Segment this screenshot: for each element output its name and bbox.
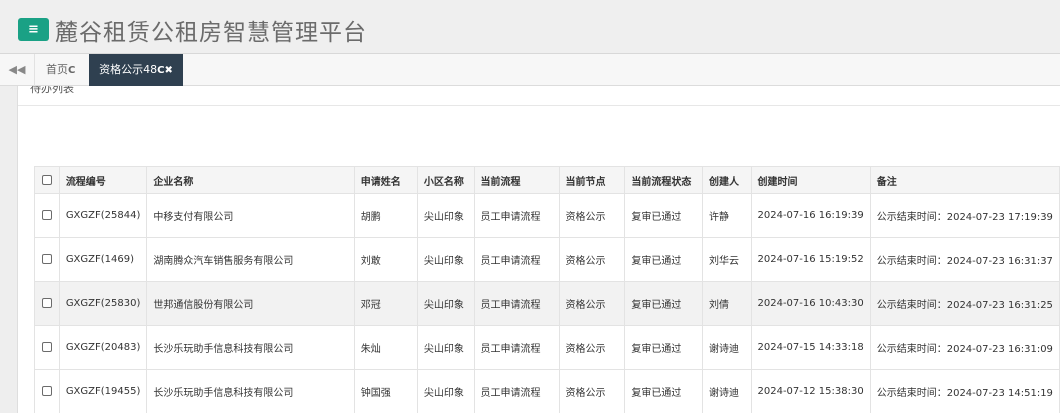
cell-community: 尖山印象 <box>416 281 475 326</box>
cell-community: 尖山印象 <box>416 369 475 413</box>
table-row[interactable]: GXGZF(19455) 长沙乐玩助手信息科技有限公司 钟国强 尖山印象 员工申… <box>34 369 1060 413</box>
row-checkbox[interactable] <box>41 254 52 264</box>
cell-remark: 公示结束时间：2024-07-23 16:31:09 <box>869 325 1060 370</box>
refresh-icon[interactable]: C <box>68 65 75 76</box>
cell-created-time: 2024-07-16 10:43:30 <box>750 281 871 326</box>
col-header[interactable]: 申请姓名 <box>353 166 418 194</box>
cell-process-id: GXGZF(20483) <box>58 325 148 370</box>
col-header[interactable]: 创建人 <box>701 166 752 194</box>
cell-process: 员工申请流程 <box>473 325 560 370</box>
cell-community: 尖山印象 <box>416 237 475 282</box>
cell-process: 员工申请流程 <box>473 237 560 282</box>
cell-creator: 谢诗迪 <box>701 325 752 370</box>
main-content: 待办列表 流程编号 企业名称 申请姓名 小区名称 当前流程 当前节点 当前流程状… <box>18 86 1060 413</box>
cell-company: 长沙乐玩助手信息科技有限公司 <box>146 325 355 370</box>
col-header[interactable]: 当前流程 <box>473 166 560 194</box>
tab-active-label: 资格公示48 <box>99 63 158 76</box>
table-row[interactable]: GXGZF(20483) 长沙乐玩助手信息科技有限公司 朱灿 尖山印象 员工申请… <box>34 325 1060 370</box>
cell-community: 尖山印象 <box>416 325 475 370</box>
table-header-row: 流程编号 企业名称 申请姓名 小区名称 当前流程 当前节点 当前流程状态 创建人… <box>34 166 1060 194</box>
col-header[interactable]: 流程编号 <box>58 166 148 194</box>
cell-process: 员工申请流程 <box>473 369 560 413</box>
cell-process-id: GXGZF(25830) <box>58 281 148 326</box>
col-header[interactable]: 当前节点 <box>558 166 626 194</box>
double-chevron-left-icon: ◀◀ <box>8 63 26 76</box>
cell-created-time: 2024-07-15 14:33:18 <box>750 325 871 370</box>
row-checkbox[interactable] <box>41 386 52 396</box>
col-header[interactable]: 创建时间 <box>750 166 871 194</box>
cell-remark: 公示结束时间：2024-07-23 16:31:25 <box>869 281 1060 326</box>
cell-company: 湖南腾众汽车销售服务有限公司 <box>146 237 355 282</box>
cell-creator: 许静 <box>701 193 752 238</box>
menu-toggle-button[interactable]: ≡ <box>18 18 49 41</box>
cell-applicant: 邓冠 <box>353 281 418 326</box>
cell-created-time: 2024-07-12 15:38:30 <box>750 369 871 413</box>
cell-creator: 刘倩 <box>701 281 752 326</box>
cell-company: 长沙乐玩助手信息科技有限公司 <box>146 369 355 413</box>
close-icon[interactable]: ✖ <box>164 65 172 76</box>
select-all-checkbox[interactable] <box>41 174 52 185</box>
cell-process-id: GXGZF(19455) <box>58 369 148 413</box>
row-select-cell <box>34 281 60 326</box>
cell-applicant: 胡鹏 <box>353 193 418 238</box>
cell-applicant: 刘敢 <box>353 237 418 282</box>
row-checkbox[interactable] <box>41 210 52 220</box>
tab-scroll-left-button[interactable]: ◀◀ <box>0 54 35 86</box>
col-header[interactable]: 小区名称 <box>416 166 475 194</box>
cell-company: 中移支付有限公司 <box>146 193 355 238</box>
cell-created-time: 2024-07-16 16:19:39 <box>750 193 871 238</box>
cell-community: 尖山印象 <box>416 193 475 238</box>
app-title: 麓谷租赁公租房智慧管理平台 <box>55 20 367 46</box>
top-header: ≡ 麓谷租赁公租房智慧管理平台 <box>0 0 1060 54</box>
todo-table: 流程编号 企业名称 申请姓名 小区名称 当前流程 当前节点 当前流程状态 创建人… <box>34 166 1060 413</box>
cell-node: 资格公示 <box>558 193 626 238</box>
section-divider <box>18 105 1060 106</box>
tab-qualification-notice[interactable]: 资格公示48C✖ <box>89 54 183 86</box>
sidebar-strip <box>0 86 18 413</box>
table-row[interactable]: GXGZF(1469) 湖南腾众汽车销售服务有限公司 刘敢 尖山印象 员工申请流… <box>34 237 1060 282</box>
cell-applicant: 钟国强 <box>353 369 418 413</box>
cell-status: 复审已通过 <box>624 281 703 326</box>
menu-icon: ≡ <box>28 22 39 37</box>
row-checkbox[interactable] <box>41 298 52 308</box>
cell-node: 资格公示 <box>558 237 626 282</box>
cell-applicant: 朱灿 <box>353 325 418 370</box>
row-checkbox[interactable] <box>41 342 52 352</box>
cell-status: 复审已通过 <box>624 325 703 370</box>
section-title: 待办列表 <box>30 86 74 95</box>
row-select-cell <box>34 325 60 370</box>
cell-status: 复审已通过 <box>624 369 703 413</box>
tab-home[interactable]: 首页C <box>35 54 86 86</box>
col-header[interactable]: 备注 <box>869 166 1060 194</box>
cell-creator: 刘华云 <box>701 237 752 282</box>
cell-company: 世邦通信股份有限公司 <box>146 281 355 326</box>
cell-process-id: GXGZF(25844) <box>58 193 148 238</box>
cell-remark: 公示结束时间：2024-07-23 17:19:39 <box>869 193 1060 238</box>
tab-home-label: 首页 <box>46 63 68 76</box>
col-header[interactable]: 企业名称 <box>146 166 355 194</box>
row-select-cell <box>34 369 60 413</box>
tab-bar: ◀◀ 首页C 资格公示48C✖ <box>0 54 1060 86</box>
cell-node: 资格公示 <box>558 369 626 413</box>
cell-status: 复审已通过 <box>624 237 703 282</box>
cell-remark: 公示结束时间：2024-07-23 14:51:19 <box>869 369 1060 413</box>
cell-node: 资格公示 <box>558 281 626 326</box>
col-header[interactable]: 当前流程状态 <box>624 166 703 194</box>
table-row[interactable]: GXGZF(25830) 世邦通信股份有限公司 邓冠 尖山印象 员工申请流程 资… <box>34 281 1060 326</box>
cell-process: 员工申请流程 <box>473 193 560 238</box>
cell-process: 员工申请流程 <box>473 281 560 326</box>
cell-remark: 公示结束时间：2024-07-23 16:31:37 <box>869 237 1060 282</box>
cell-status: 复审已通过 <box>624 193 703 238</box>
row-select-cell <box>34 237 60 282</box>
select-all-cell <box>34 166 60 194</box>
row-select-cell <box>34 193 60 238</box>
cell-creator: 谢诗迪 <box>701 369 752 413</box>
cell-created-time: 2024-07-16 15:19:52 <box>750 237 871 282</box>
cell-process-id: GXGZF(1469) <box>58 237 148 282</box>
cell-node: 资格公示 <box>558 325 626 370</box>
table-row[interactable]: GXGZF(25844) 中移支付有限公司 胡鹏 尖山印象 员工申请流程 资格公… <box>34 193 1060 238</box>
